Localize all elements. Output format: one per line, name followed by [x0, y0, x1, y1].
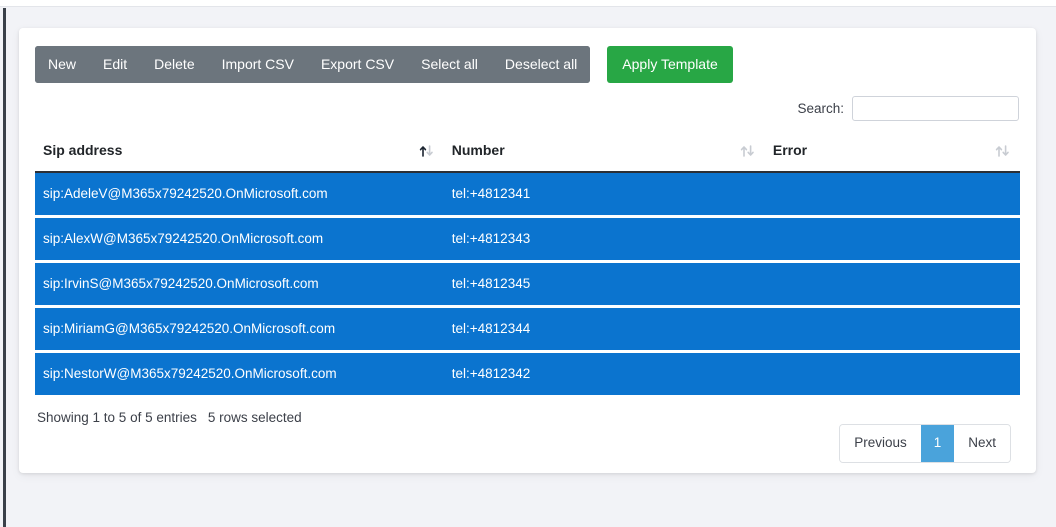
sort-ascending-active-icon[interactable]	[419, 144, 434, 158]
pagination-page-1-button[interactable]: 1	[920, 425, 955, 462]
select-all-button[interactable]: Select all	[407, 46, 491, 83]
pagination: Previous 1 Next	[839, 424, 1011, 463]
action-button-group: New Edit Delete Import CSV Export CSV Se…	[35, 46, 591, 83]
edit-button[interactable]: Edit	[89, 46, 141, 83]
cell-error	[764, 350, 1020, 395]
cell-number: tel:+4812341	[443, 173, 765, 215]
cell-number: tel:+4812344	[443, 305, 765, 350]
table-row[interactable]: sip:IrvinS@M365x79242520.OnMicrosoft.com…	[35, 260, 1020, 305]
page-content-area: New Edit Delete Import CSV Export CSV Se…	[6, 8, 1056, 527]
sort-none-icon[interactable]	[995, 144, 1010, 158]
table-row[interactable]: sip:MiriamG@M365x79242520.OnMicrosoft.co…	[35, 305, 1020, 350]
column-label-number: Number	[451, 142, 505, 158]
card-body: New Edit Delete Import CSV Export CSV Se…	[19, 28, 1036, 473]
sort-none-icon[interactable]	[740, 144, 755, 158]
showing-entries-text: Showing 1 to 5 of 5 entries	[37, 410, 197, 425]
cell-error	[764, 305, 1020, 350]
search-row: Search:	[35, 96, 1020, 121]
table-info: Showing 1 to 5 of 5 entries 5 rows select…	[37, 408, 302, 425]
column-label-sip-address: Sip address	[43, 142, 123, 158]
cell-sip-address: sip:NestorW@M365x79242520.OnMicrosoft.co…	[35, 350, 444, 395]
rows-selected-text: 5 rows selected	[207, 410, 302, 425]
import-csv-button[interactable]: Import CSV	[207, 46, 307, 83]
column-label-error: Error	[772, 142, 808, 158]
delete-button[interactable]: Delete	[140, 46, 208, 83]
column-header-error[interactable]: Error	[764, 135, 1020, 173]
table-row[interactable]: sip:AlexW@M365x79242520.OnMicrosoft.com …	[35, 215, 1020, 260]
apply-template-button[interactable]: Apply Template	[607, 46, 733, 83]
column-header-number[interactable]: Number	[443, 135, 765, 173]
pagination-previous-button[interactable]: Previous	[840, 425, 921, 462]
table-body: sip:AdeleV@M365x79242520.OnMicrosoft.com…	[35, 173, 1020, 395]
search-label: Search:	[797, 101, 844, 116]
cell-sip-address: sip:IrvinS@M365x79242520.OnMicrosoft.com	[35, 260, 444, 305]
pagination-next-button[interactable]: Next	[954, 425, 1010, 462]
deselect-all-button[interactable]: Deselect all	[490, 46, 591, 83]
cell-sip-address: sip:AlexW@M365x79242520.OnMicrosoft.com	[35, 215, 444, 260]
cell-sip-address: sip:AdeleV@M365x79242520.OnMicrosoft.com	[35, 173, 444, 215]
cell-error	[764, 260, 1020, 305]
cell-number: tel:+4812342	[443, 350, 765, 395]
search-input[interactable]	[852, 96, 1019, 121]
column-header-sip-address[interactable]: Sip address	[35, 135, 444, 173]
table-header: Sip address Number Error	[35, 135, 1020, 173]
cell-sip-address: sip:MiriamG@M365x79242520.OnMicrosoft.co…	[35, 305, 444, 350]
data-table: Sip address Number Error sip:AdeleV@M365…	[35, 135, 1020, 395]
table-header-row: Sip address Number Error	[35, 135, 1020, 173]
table-row[interactable]: sip:AdeleV@M365x79242520.OnMicrosoft.com…	[35, 173, 1020, 215]
toolbar: New Edit Delete Import CSV Export CSV Se…	[35, 46, 1020, 83]
table-footer: Showing 1 to 5 of 5 entries 5 rows select…	[35, 408, 1020, 463]
cell-number: tel:+4812343	[443, 215, 765, 260]
table-card: New Edit Delete Import CSV Export CSV Se…	[19, 28, 1036, 473]
cell-number: tel:+4812345	[443, 260, 765, 305]
new-button[interactable]: New	[35, 46, 90, 83]
export-csv-button[interactable]: Export CSV	[306, 46, 408, 83]
cell-error	[764, 215, 1020, 260]
app-shell: New Edit Delete Import CSV Export CSV Se…	[0, 0, 1056, 527]
top-navbar	[0, 0, 1056, 7]
cell-error	[764, 173, 1020, 215]
table-row[interactable]: sip:NestorW@M365x79242520.OnMicrosoft.co…	[35, 350, 1020, 395]
